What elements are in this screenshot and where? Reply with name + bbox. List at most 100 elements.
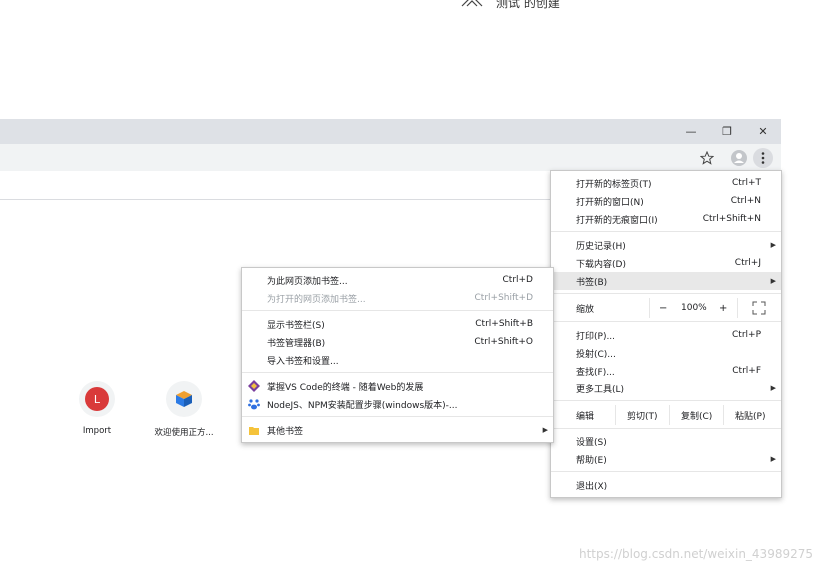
menu-item-shortcut: Ctrl+P — [732, 330, 761, 340]
folder-icon — [249, 427, 259, 435]
menu-separator — [242, 372, 553, 373]
menu-item-incognito[interactable]: 打开新的无痕窗口(I) Ctrl+Shift+N — [551, 210, 781, 228]
edit-label: 编辑 — [576, 411, 595, 422]
minimize-icon: — — [685, 125, 697, 138]
menu-separator — [242, 310, 553, 311]
star-icon[interactable] — [700, 151, 714, 165]
menu-item-label: 投射(C)... — [576, 349, 616, 360]
menu-item-bookmark-all-tabs[interactable]: 为打开的网页添加书签... Ctrl+Shift+D — [242, 289, 553, 307]
paw-favicon-icon — [248, 399, 260, 410]
letter-avatar-icon: L — [85, 387, 109, 411]
zoom-divider — [737, 298, 738, 318]
menu-item-label: 为此网页添加书签... — [267, 276, 348, 287]
menu-item-new-tab[interactable]: 打开新的标签页(T) Ctrl+T — [551, 174, 781, 192]
menu-item-shortcut: Ctrl+F — [732, 366, 761, 376]
menu-item-shortcut: Ctrl+Shift+O — [474, 337, 533, 347]
menu-item-bookmark-manager[interactable]: 书签管理器(B) Ctrl+Shift+O — [242, 333, 553, 351]
restore-icon: ❐ — [722, 125, 732, 138]
menu-separator — [551, 428, 781, 429]
submenu-arrow-icon: ▶ — [542, 426, 548, 434]
shortcut-zhengfang[interactable]: 欢迎使用正方... — [144, 381, 224, 438]
browser-toolbar — [0, 144, 781, 171]
menu-item-find[interactable]: 查找(F)... Ctrl+F — [551, 362, 781, 380]
copy-button[interactable]: 复制(C) — [681, 409, 712, 422]
submenu-arrow-icon: ▶ — [770, 384, 776, 392]
menu-item-label: NodeJS、NPM安装配置步骤(windows版本)-... — [267, 400, 458, 411]
bookmark-item-vscode[interactable]: 掌握VS Code的终端 - 随着Web的发展 — [242, 377, 553, 395]
menu-item-label: 书签管理器(B) — [267, 338, 326, 349]
menu-item-shortcut: Ctrl+T — [731, 178, 761, 188]
menu-item-exit[interactable]: 退出(X) — [551, 476, 781, 494]
edit-divider — [615, 405, 616, 425]
menu-item-shortcut: Ctrl+J — [734, 258, 761, 268]
menu-item-settings[interactable]: 设置(S) — [551, 432, 781, 450]
menu-item-shortcut: Ctrl+Shift+N — [702, 214, 761, 224]
menu-item-more-tools[interactable]: 更多工具(L) ▶ — [551, 379, 781, 397]
edit-divider — [723, 405, 724, 425]
menu-item-shortcut: Ctrl+N — [730, 196, 761, 206]
menu-separator — [551, 471, 781, 472]
menu-item-label: 帮助(E) — [576, 455, 607, 466]
menu-item-cast[interactable]: 投射(C)... — [551, 344, 781, 362]
cut-button[interactable]: 剪切(T) — [627, 409, 658, 422]
menu-item-show-bookmarks-bar[interactable]: 显示书签栏(S) Ctrl+Shift+B — [242, 315, 553, 333]
menu-item-label: 打开新的窗口(N) — [576, 197, 644, 208]
menu-item-bookmark-this-page[interactable]: 为此网页添加书签... Ctrl+D — [242, 271, 553, 289]
fullscreen-icon[interactable] — [752, 301, 766, 315]
zoom-in-button[interactable]: + — [719, 303, 727, 314]
menu-item-new-window[interactable]: 打开新的窗口(N) Ctrl+N — [551, 192, 781, 210]
chrome-menu-button[interactable] — [753, 148, 773, 168]
menu-item-label: 退出(X) — [576, 481, 608, 492]
menu-item-label: 显示书签栏(S) — [267, 320, 325, 331]
menu-item-print[interactable]: 打印(P)... Ctrl+P — [551, 326, 781, 344]
minimize-button[interactable]: — — [674, 119, 708, 144]
menu-item-label: 更多工具(L) — [576, 384, 625, 395]
menu-item-label: 查找(F)... — [576, 367, 615, 378]
paste-button[interactable]: 粘贴(P) — [735, 409, 765, 422]
menu-item-history[interactable]: 历史记录(H) ▶ — [551, 236, 781, 254]
menu-item-label: 其他书签 — [267, 426, 304, 437]
restore-button[interactable]: ❐ — [710, 119, 744, 144]
menu-item-shortcut: Ctrl+Shift+D — [474, 293, 533, 303]
menu-item-import-bookmarks[interactable]: 导入书签和设置... — [242, 351, 553, 369]
menu-separator — [551, 400, 781, 401]
bookmark-item-nodejs[interactable]: NodeJS、NPM安装配置步骤(windows版本)-... — [242, 395, 553, 413]
more-vert-icon — [761, 152, 765, 164]
rocket-icon — [461, 0, 483, 7]
menu-item-label: 下载内容(D) — [576, 259, 626, 270]
menu-item-label: 打开新的标签页(T) — [576, 179, 652, 190]
menu-item-downloads[interactable]: 下载内容(D) Ctrl+J — [551, 254, 781, 272]
close-button[interactable]: ✕ — [746, 119, 780, 144]
edit-divider — [669, 405, 670, 425]
menu-item-label: 书签(B) — [576, 277, 608, 288]
diamond-favicon-icon — [248, 380, 260, 392]
menu-separator — [551, 293, 781, 294]
zoom-out-button[interactable]: − — [659, 303, 667, 314]
zoom-divider — [649, 298, 650, 318]
menu-item-label: 导入书签和设置... — [267, 356, 339, 367]
top-strip: 测试 的创建 — [0, 0, 821, 14]
shortcut-import[interactable]: L Import — [57, 381, 137, 436]
menu-separator — [551, 231, 781, 232]
menu-item-label: 设置(S) — [576, 437, 607, 448]
submenu-arrow-icon: ▶ — [770, 455, 776, 463]
profile-icon[interactable] — [731, 150, 747, 166]
zoom-value: 100% — [681, 303, 707, 313]
menu-edit-row: 编辑 剪切(T) 复制(C) 粘贴(P) — [551, 405, 781, 425]
bookmark-folder-other[interactable]: 其他书签 ▶ — [242, 421, 553, 439]
menu-item-label: 为打开的网页添加书签... — [267, 294, 366, 305]
menu-item-label: 历史记录(H) — [576, 241, 626, 252]
menu-item-help[interactable]: 帮助(E) ▶ — [551, 450, 781, 468]
menu-item-shortcut: Ctrl+D — [502, 275, 534, 285]
shortcut-label: 欢迎使用正方... — [154, 428, 214, 438]
address-bar[interactable] — [0, 147, 690, 168]
menu-item-label: 打开新的无痕窗口(I) — [576, 215, 658, 226]
menu-item-bookmarks[interactable]: 书签(B) ▶ — [551, 272, 781, 290]
submenu-arrow-icon: ▶ — [770, 241, 776, 249]
zoom-label: 缩放 — [576, 304, 595, 315]
shortcut-icon-wrap — [166, 381, 202, 417]
watermark: https://blog.csdn.net/weixin_43989275 — [578, 547, 813, 561]
menu-zoom-row: 缩放 − 100% + — [551, 298, 781, 318]
menu-item-label: 打印(P)... — [576, 331, 616, 342]
close-icon: ✕ — [758, 125, 768, 138]
